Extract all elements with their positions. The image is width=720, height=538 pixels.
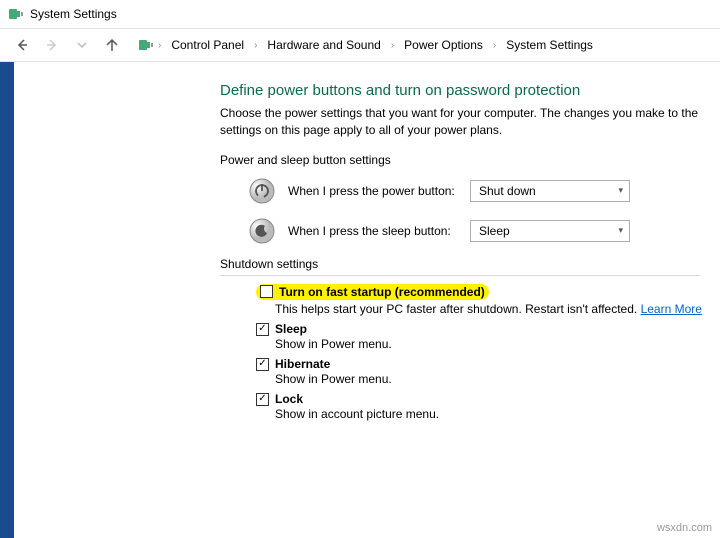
breadcrumb-item[interactable]: Power Options [398, 34, 489, 56]
sleep-icon [249, 218, 275, 244]
hibernate-desc: Show in Power menu. [275, 372, 720, 386]
fast-startup-label: Turn on fast startup (recommended) [279, 285, 485, 299]
window-title: System Settings [30, 7, 117, 21]
sleep-button-row: When I press the sleep button: Sleep ▾ [248, 217, 720, 245]
lock-checkbox[interactable]: ✓ [256, 393, 269, 406]
chevron-right-icon: › [491, 40, 498, 51]
breadcrumb-item[interactable]: Hardware and Sound [261, 34, 386, 56]
sleep-desc: Show in Power menu. [275, 337, 720, 351]
up-arrow-icon [104, 37, 120, 53]
back-button[interactable] [8, 31, 36, 59]
power-sleep-section-label: Power and sleep button settings [220, 153, 720, 167]
page-heading: Define power buttons and turn on passwor… [220, 82, 720, 99]
sleep-button-label: When I press the sleep button: [288, 224, 458, 238]
sleep-label: Sleep [275, 322, 307, 336]
up-button[interactable] [98, 31, 126, 59]
dropdown-value: Sleep [479, 224, 510, 238]
dropdown-value: Shut down [479, 184, 536, 198]
fast-startup-option: Turn on fast startup (recommended) This … [256, 284, 720, 317]
chevron-down-icon: ▾ [618, 225, 623, 236]
recent-dropdown[interactable] [68, 31, 96, 59]
fast-startup-checkbox[interactable] [260, 285, 273, 298]
power-button-label: When I press the power button: [288, 184, 458, 198]
watermark: wsxdn.com [657, 522, 712, 534]
forward-arrow-icon [44, 37, 60, 53]
navigation-bar: › Control Panel › Hardware and Sound › P… [0, 28, 720, 62]
hibernate-label: Hibernate [275, 357, 330, 371]
learn-more-link[interactable]: Learn More [641, 302, 702, 316]
lock-desc: Show in account picture menu. [275, 407, 720, 421]
chevron-down-icon: ▾ [618, 185, 623, 196]
hibernate-checkbox[interactable]: ✓ [256, 358, 269, 371]
breadcrumb: › Control Panel › Hardware and Sound › P… [138, 34, 599, 56]
back-arrow-icon [14, 37, 30, 53]
power-options-icon [138, 37, 154, 53]
left-rail [0, 62, 14, 538]
lock-label: Lock [275, 392, 303, 406]
sleep-button-action-dropdown[interactable]: Sleep ▾ [470, 220, 630, 242]
hibernate-option: ✓ Hibernate Show in Power menu. [256, 357, 720, 386]
chevron-right-icon: › [156, 40, 163, 51]
sleep-checkbox[interactable]: ✓ [256, 323, 269, 336]
section-divider [220, 275, 700, 276]
content-area: Define power buttons and turn on passwor… [14, 62, 720, 538]
chevron-down-icon [77, 40, 87, 50]
power-options-icon [8, 6, 24, 22]
power-button-action-dropdown[interactable]: Shut down ▾ [470, 180, 630, 202]
fast-startup-desc: This helps start your PC faster after sh… [275, 302, 720, 316]
lock-option: ✓ Lock Show in account picture menu. [256, 392, 720, 421]
forward-button[interactable] [38, 31, 66, 59]
fast-startup-desc-text: This helps start your PC faster after sh… [275, 302, 637, 316]
power-icon [249, 178, 275, 204]
breadcrumb-item[interactable]: System Settings [500, 34, 599, 56]
shutdown-section-label: Shutdown settings [220, 257, 720, 271]
chevron-right-icon: › [252, 40, 259, 51]
chevron-right-icon: › [389, 40, 396, 51]
window-titlebar: System Settings [0, 0, 720, 28]
breadcrumb-item[interactable]: Control Panel [165, 34, 250, 56]
page-subtext: Choose the power settings that you want … [220, 105, 720, 139]
power-button-row: When I press the power button: Shut down… [248, 177, 720, 205]
sleep-option: ✓ Sleep Show in Power menu. [256, 322, 720, 351]
